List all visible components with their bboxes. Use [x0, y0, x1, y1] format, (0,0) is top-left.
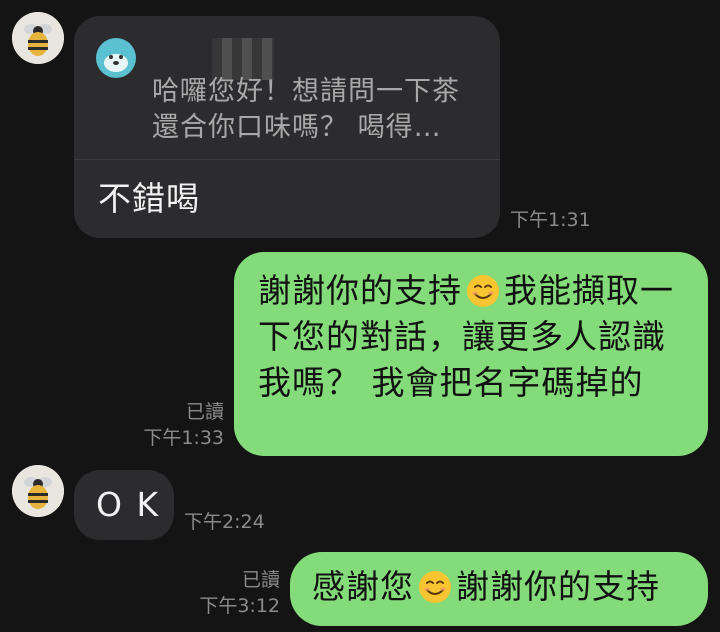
bee-avatar-icon — [12, 12, 64, 64]
quoted-message[interactable]: 哈囉您好！想請問一下茶還合你口味嗎？ 喝得… — [74, 16, 500, 160]
quoted-text: 哈囉您好！想請問一下茶還合你口味嗎？ 喝得… — [152, 76, 460, 143]
outgoing-message[interactable]: 謝謝你的支持 我能擷取一下您的對話，讓更多人認識我嗎？ 我會把名字碼掉的 — [234, 252, 708, 456]
sender-avatar[interactable] — [12, 12, 64, 64]
message-time: 下午1:31 — [510, 209, 591, 231]
smiling-face-emoji-icon — [418, 570, 452, 604]
read-receipt: 已讀 — [241, 569, 280, 591]
message-text: 不錯喝 — [98, 179, 200, 218]
message-time: 下午2:24 — [184, 511, 265, 533]
bee-avatar-icon — [12, 465, 64, 517]
sender-avatar[interactable] — [12, 465, 64, 517]
message-time: 下午1:33 — [143, 427, 224, 449]
message-text: 感謝您 謝謝你的支持 — [312, 567, 660, 606]
quoted-avatar — [96, 38, 136, 78]
incoming-message-reply[interactable]: 哈囉您好！想請問一下茶還合你口味嗎？ 喝得… 不錯喝 — [74, 16, 500, 238]
read-receipt: 已讀 — [185, 401, 224, 423]
incoming-message[interactable]: O K — [74, 470, 174, 540]
smiling-face-emoji-icon — [466, 274, 500, 308]
message-text: 謝謝你的支持 我能擷取一下您的對話，讓更多人認識我嗎？ 我會把名字碼掉的 — [258, 271, 674, 402]
character-icon — [104, 54, 128, 72]
outgoing-message[interactable]: 感謝您 謝謝你的支持 — [290, 552, 708, 626]
message-text: O K — [96, 485, 161, 524]
message-time: 下午3:12 — [199, 595, 280, 617]
